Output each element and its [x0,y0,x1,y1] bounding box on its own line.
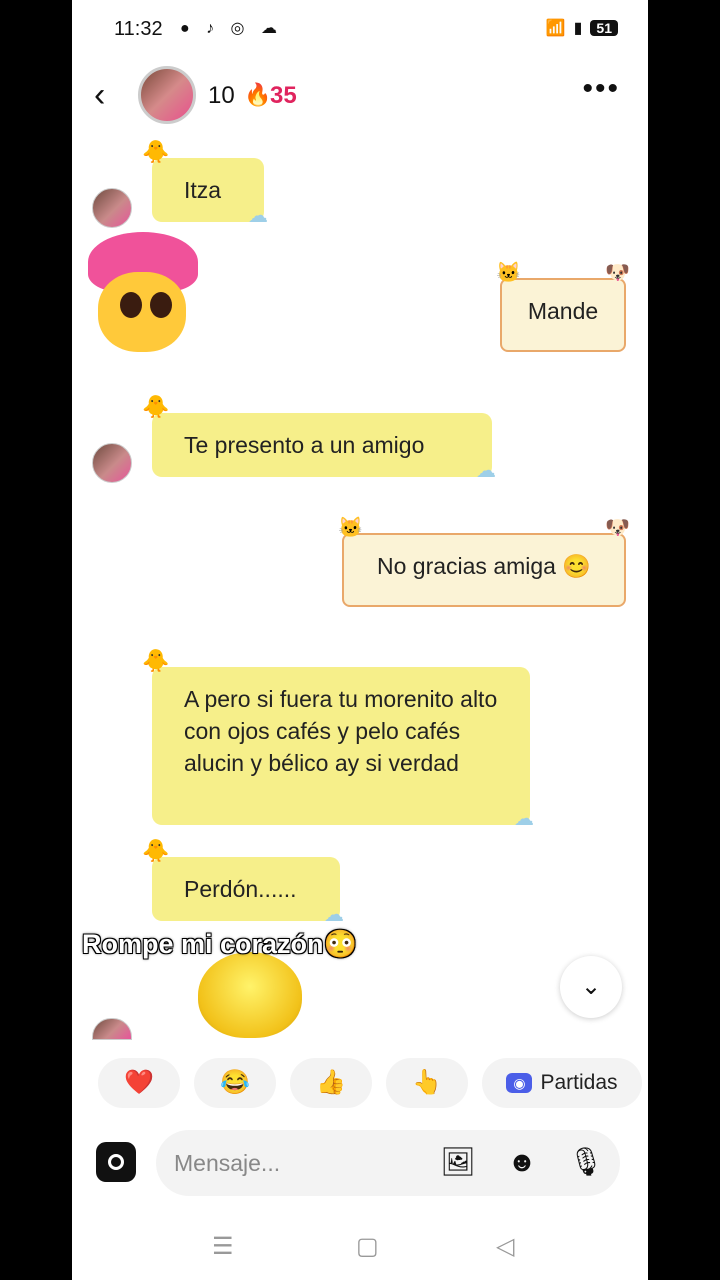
gamepad-icon: ◉ [506,1073,533,1093]
wifi-icon: 📶 [545,20,566,37]
phone-screen: 11:32 ● ♪ ◎ ☁ 📶 ▮ 51 ‹ 10 🔥 35 ••• Itza … [72,0,648,1280]
sad-emoji-sticker[interactable] [198,952,302,1038]
partidas-label: Partidas [540,1071,618,1094]
fire-icon: 🔥 [244,82,272,107]
message-bubble[interactable]: A pero si fuera tu morenito alto con ojo… [142,645,534,835]
status-right: 📶 ▮ 51 [546,18,618,38]
video-caption: Rompe mi corazón😳 [82,929,358,959]
reaction-heart-button[interactable]: ❤️ [98,1058,180,1108]
reaction-thumbs-up-button[interactable]: 👍 [290,1058,372,1108]
reaction-laugh-button[interactable]: 😂 [194,1058,276,1108]
signal-icon: ▮ [573,20,583,37]
contact-avatar[interactable] [138,66,196,124]
status-time: 11:32 [114,18,163,40]
more-options-icon[interactable]: ••• [582,72,620,106]
system-navigation-bar: ☰ ▢ ◁ [72,1222,648,1272]
message-bubble[interactable]: Perdón...... [142,835,344,931]
sticker-icon[interactable]: ☻ [504,1144,540,1180]
sender-avatar[interactable] [92,188,132,228]
back-nav-icon[interactable]: ◁ [496,1232,514,1261]
reaction-point-up-button[interactable]: 👆 [386,1058,468,1108]
sticker-girl-character[interactable] [78,232,208,362]
recent-apps-icon[interactable]: ☰ [212,1232,234,1261]
sticker-eye-right [150,292,172,318]
quick-reactions-bar: ❤️ 😂 👍 👆 ◉ Partidas [72,1058,648,1110]
message-bubble[interactable]: Te presento a un amigo [142,391,496,487]
sender-avatar[interactable] [92,443,132,483]
chat-header: ‹ 10 🔥 35 ••• [72,62,648,132]
sticker-eye-left [120,292,142,318]
microphone-icon[interactable]: 🎙 [568,1144,604,1180]
sticker-face [98,272,186,352]
message-input[interactable] [156,1130,620,1196]
partidas-button[interactable]: ◉ Partidas [482,1058,642,1108]
message-bubble[interactable]: Itza [142,136,268,232]
status-bar: 11:32 ● ♪ ◎ ☁ 📶 ▮ 51 [72,0,648,62]
streak-count: 10 [208,82,235,109]
sender-avatar[interactable] [92,1018,132,1040]
message-bubble[interactable]: No gracias amiga 😊 [338,515,630,607]
camera-icon[interactable] [96,1142,136,1182]
home-icon[interactable]: ▢ [356,1232,379,1261]
fire-count: 35 [270,82,297,109]
message-composer: 🖼 ☻ 🎙 [72,1128,648,1198]
battery-indicator: 51 [590,20,618,36]
message-bubble[interactable]: Mande [496,260,630,352]
gallery-icon[interactable]: 🖼 [440,1144,476,1180]
scroll-down-button[interactable]: ⌄ [560,956,622,1018]
back-icon[interactable]: ‹ [94,76,105,115]
notification-icons: ● ♪ ◎ ☁ [180,20,283,37]
